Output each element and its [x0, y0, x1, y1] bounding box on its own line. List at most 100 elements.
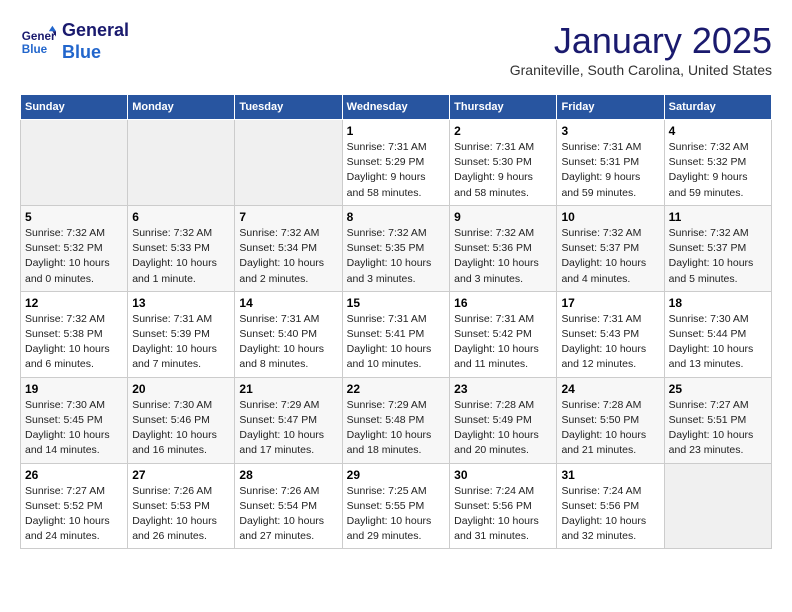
location-subtitle: Graniteville, South Carolina, United Sta…: [510, 62, 772, 78]
logo-icon: General Blue: [20, 24, 56, 60]
day-number: 20: [132, 382, 230, 396]
weekday-header: Friday: [557, 95, 664, 120]
calendar-day-cell: 20 Sunrise: 7:30 AM Sunset: 5:46 PM Dayli…: [128, 377, 235, 463]
day-number: 15: [347, 296, 445, 310]
day-info: Sunrise: 7:31 AM Sunset: 5:39 PM Dayligh…: [132, 312, 230, 373]
calendar-day-cell: 14 Sunrise: 7:31 AM Sunset: 5:40 PM Dayli…: [235, 291, 342, 377]
calendar-day-cell: 1 Sunrise: 7:31 AM Sunset: 5:29 PM Daylig…: [342, 120, 449, 206]
calendar-day-cell: 21 Sunrise: 7:29 AM Sunset: 5:47 PM Dayli…: [235, 377, 342, 463]
day-info: Sunrise: 7:24 AM Sunset: 5:56 PM Dayligh…: [561, 484, 659, 545]
day-number: 2: [454, 124, 552, 138]
calendar-day-cell: 19 Sunrise: 7:30 AM Sunset: 5:45 PM Dayli…: [21, 377, 128, 463]
day-number: 31: [561, 468, 659, 482]
calendar-day-cell: 27 Sunrise: 7:26 AM Sunset: 5:53 PM Dayli…: [128, 463, 235, 549]
day-number: 3: [561, 124, 659, 138]
weekday-header: Sunday: [21, 95, 128, 120]
weekday-header: Tuesday: [235, 95, 342, 120]
day-number: 29: [347, 468, 445, 482]
day-number: 25: [669, 382, 767, 396]
day-info: Sunrise: 7:31 AM Sunset: 5:40 PM Dayligh…: [239, 312, 337, 373]
calendar-day-cell: 16Sunrise: 7:31 AM Sunset: 5:42 PM Dayli…: [450, 291, 557, 377]
day-number: 8: [347, 210, 445, 224]
day-info: Sunrise: 7:32 AM Sunset: 5:35 PM Dayligh…: [347, 226, 445, 287]
calendar-day-cell: 22Sunrise: 7:29 AM Sunset: 5:48 PM Dayli…: [342, 377, 449, 463]
day-number: 1: [347, 124, 445, 138]
calendar-day-cell: 12 Sunrise: 7:32 AM Sunset: 5:38 PM Dayli…: [21, 291, 128, 377]
month-title: January 2025: [510, 20, 772, 62]
day-info: Sunrise: 7:32 AM Sunset: 5:32 PM Dayligh…: [25, 226, 123, 287]
calendar-day-cell: 6 Sunrise: 7:32 AM Sunset: 5:33 PM Daylig…: [128, 205, 235, 291]
day-number: 12: [25, 296, 123, 310]
logo: General Blue General Blue: [20, 20, 129, 63]
day-info: Sunrise: 7:29 AM Sunset: 5:47 PM Dayligh…: [239, 398, 337, 459]
weekday-header: Monday: [128, 95, 235, 120]
calendar-week-row: 19 Sunrise: 7:30 AM Sunset: 5:45 PM Dayli…: [21, 377, 772, 463]
day-number: 14: [239, 296, 337, 310]
calendar-day-cell: 5Sunrise: 7:32 AM Sunset: 5:32 PM Daylig…: [21, 205, 128, 291]
calendar-day-cell: 30 Sunrise: 7:24 AM Sunset: 5:56 PM Dayli…: [450, 463, 557, 549]
day-info: Sunrise: 7:30 AM Sunset: 5:45 PM Dayligh…: [25, 398, 123, 459]
logo-text-blue: Blue: [62, 42, 129, 64]
calendar-day-cell: 23Sunrise: 7:28 AM Sunset: 5:49 PM Dayli…: [450, 377, 557, 463]
day-number: 7: [239, 210, 337, 224]
page-header: General Blue General Blue January 2025 G…: [20, 20, 772, 78]
day-number: 4: [669, 124, 767, 138]
calendar-day-cell: 3 Sunrise: 7:31 AM Sunset: 5:31 PM Daylig…: [557, 120, 664, 206]
day-info: Sunrise: 7:31 AM Sunset: 5:43 PM Dayligh…: [561, 312, 659, 373]
day-number: 21: [239, 382, 337, 396]
day-number: 30: [454, 468, 552, 482]
day-info: Sunrise: 7:30 AM Sunset: 5:46 PM Dayligh…: [132, 398, 230, 459]
title-block: January 2025 Graniteville, South Carolin…: [510, 20, 772, 78]
day-info: Sunrise: 7:30 AM Sunset: 5:44 PM Dayligh…: [669, 312, 767, 373]
calendar-day-cell: 26 Sunrise: 7:27 AM Sunset: 5:52 PM Dayli…: [21, 463, 128, 549]
calendar-day-cell: 4 Sunrise: 7:32 AM Sunset: 5:32 PM Daylig…: [664, 120, 771, 206]
calendar-day-cell: 17Sunrise: 7:31 AM Sunset: 5:43 PM Dayli…: [557, 291, 664, 377]
calendar-day-cell: 15 Sunrise: 7:31 AM Sunset: 5:41 PM Dayli…: [342, 291, 449, 377]
day-info: Sunrise: 7:32 AM Sunset: 5:37 PM Dayligh…: [561, 226, 659, 287]
day-number: 27: [132, 468, 230, 482]
calendar-day-cell: 25Sunrise: 7:27 AM Sunset: 5:51 PM Dayli…: [664, 377, 771, 463]
day-info: Sunrise: 7:26 AM Sunset: 5:53 PM Dayligh…: [132, 484, 230, 545]
day-info: Sunrise: 7:27 AM Sunset: 5:52 PM Dayligh…: [25, 484, 123, 545]
day-number: 11: [669, 210, 767, 224]
calendar-day-cell: 11 Sunrise: 7:32 AM Sunset: 5:37 PM Dayli…: [664, 205, 771, 291]
calendar-day-cell: [235, 120, 342, 206]
calendar-week-row: 1 Sunrise: 7:31 AM Sunset: 5:29 PM Daylig…: [21, 120, 772, 206]
day-info: Sunrise: 7:32 AM Sunset: 5:36 PM Dayligh…: [454, 226, 552, 287]
calendar-day-cell: [128, 120, 235, 206]
day-number: 16: [454, 296, 552, 310]
day-number: 13: [132, 296, 230, 310]
day-info: Sunrise: 7:32 AM Sunset: 5:33 PM Dayligh…: [132, 226, 230, 287]
calendar-table: SundayMondayTuesdayWednesdayThursdayFrid…: [20, 94, 772, 549]
calendar-week-row: 5Sunrise: 7:32 AM Sunset: 5:32 PM Daylig…: [21, 205, 772, 291]
calendar-day-cell: 28Sunrise: 7:26 AM Sunset: 5:54 PM Dayli…: [235, 463, 342, 549]
day-info: Sunrise: 7:32 AM Sunset: 5:34 PM Dayligh…: [239, 226, 337, 287]
day-info: Sunrise: 7:32 AM Sunset: 5:38 PM Dayligh…: [25, 312, 123, 373]
day-number: 22: [347, 382, 445, 396]
weekday-header: Saturday: [664, 95, 771, 120]
calendar-week-row: 26 Sunrise: 7:27 AM Sunset: 5:52 PM Dayli…: [21, 463, 772, 549]
day-number: 10: [561, 210, 659, 224]
day-number: 19: [25, 382, 123, 396]
day-info: Sunrise: 7:31 AM Sunset: 5:31 PM Dayligh…: [561, 140, 659, 201]
calendar-day-cell: [21, 120, 128, 206]
svg-text:General: General: [22, 30, 56, 43]
calendar-day-cell: 8 Sunrise: 7:32 AM Sunset: 5:35 PM Daylig…: [342, 205, 449, 291]
day-info: Sunrise: 7:24 AM Sunset: 5:56 PM Dayligh…: [454, 484, 552, 545]
day-info: Sunrise: 7:32 AM Sunset: 5:32 PM Dayligh…: [669, 140, 767, 201]
day-info: Sunrise: 7:32 AM Sunset: 5:37 PM Dayligh…: [669, 226, 767, 287]
calendar-day-cell: [664, 463, 771, 549]
weekday-header-row: SundayMondayTuesdayWednesdayThursdayFrid…: [21, 95, 772, 120]
day-info: Sunrise: 7:31 AM Sunset: 5:29 PM Dayligh…: [347, 140, 445, 201]
calendar-day-cell: 9Sunrise: 7:32 AM Sunset: 5:36 PM Daylig…: [450, 205, 557, 291]
day-number: 6: [132, 210, 230, 224]
day-number: 24: [561, 382, 659, 396]
calendar-day-cell: 2 Sunrise: 7:31 AM Sunset: 5:30 PM Daylig…: [450, 120, 557, 206]
day-info: Sunrise: 7:31 AM Sunset: 5:30 PM Dayligh…: [454, 140, 552, 201]
calendar-day-cell: 29Sunrise: 7:25 AM Sunset: 5:55 PM Dayli…: [342, 463, 449, 549]
day-info: Sunrise: 7:31 AM Sunset: 5:41 PM Dayligh…: [347, 312, 445, 373]
day-number: 26: [25, 468, 123, 482]
day-number: 23: [454, 382, 552, 396]
calendar-day-cell: 24Sunrise: 7:28 AM Sunset: 5:50 PM Dayli…: [557, 377, 664, 463]
calendar-day-cell: 13 Sunrise: 7:31 AM Sunset: 5:39 PM Dayli…: [128, 291, 235, 377]
